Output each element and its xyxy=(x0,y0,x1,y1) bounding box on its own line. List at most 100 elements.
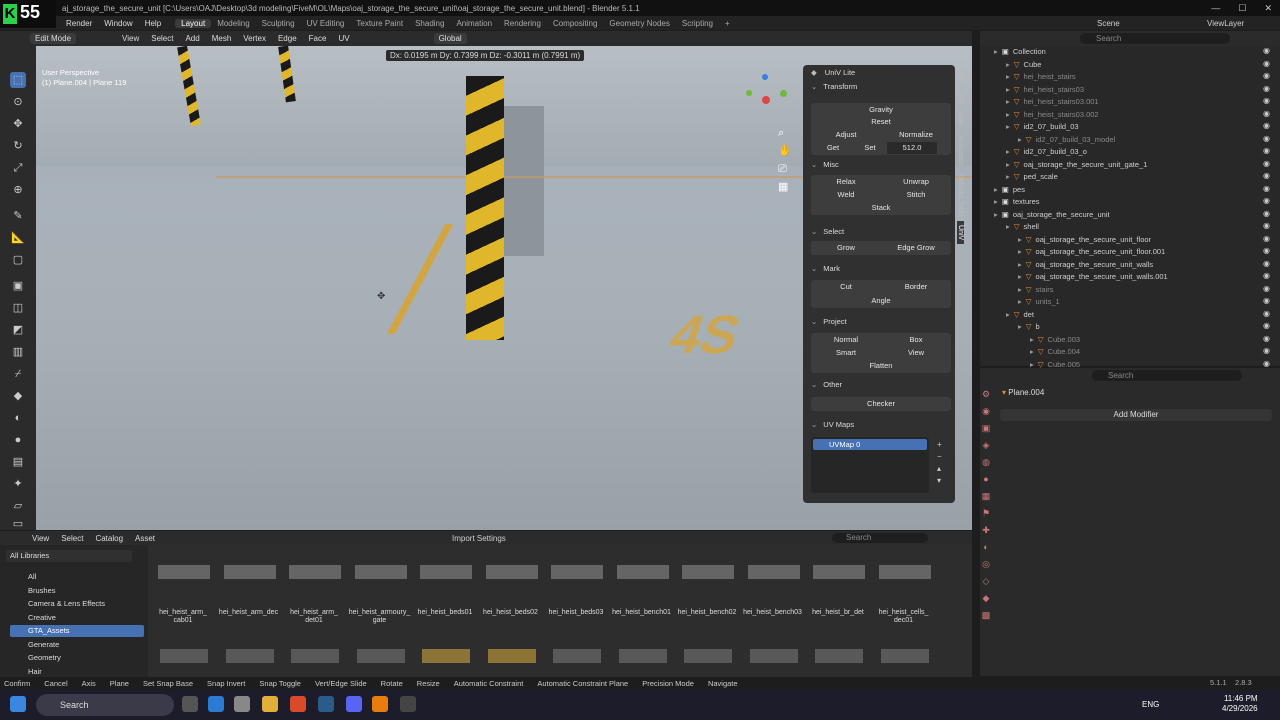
visibility-icon[interactable]: ◉ xyxy=(1263,359,1270,368)
outliner-item[interactable]: ▸ ▽ shell xyxy=(1006,221,1039,233)
visibility-icon[interactable]: ◉ xyxy=(1263,96,1270,105)
asset-item[interactable]: hei_heist_arm_ det01 xyxy=(283,609,345,625)
asset-thumbnail[interactable] xyxy=(354,565,407,579)
outliner-item[interactable]: ▸ ▽ det xyxy=(1006,309,1034,321)
asset-thumbnail[interactable] xyxy=(747,565,800,579)
asset-thumbnail[interactable] xyxy=(160,649,208,663)
grow-button[interactable]: Grow xyxy=(811,242,881,254)
ab-menu-select[interactable]: Select xyxy=(55,534,89,543)
visibility-icon[interactable]: ◉ xyxy=(1263,159,1270,168)
outliner-item[interactable]: ▸ ▽ id2_07_build_03_model xyxy=(1018,134,1115,146)
menu-uv[interactable]: UV xyxy=(332,34,355,43)
asset-item[interactable]: hei_heist_beds01 xyxy=(414,609,476,617)
section-other[interactable]: Other xyxy=(803,377,955,391)
outliner-item[interactable]: ▸ ▣ Collection xyxy=(994,46,1046,58)
expand-icon[interactable]: ▸ xyxy=(1006,60,1010,69)
normal-button[interactable]: Normal xyxy=(811,334,881,346)
expand-icon[interactable]: ▸ xyxy=(1006,147,1010,156)
menu-edge[interactable]: Edge xyxy=(272,34,303,43)
asset-thumbnail[interactable] xyxy=(880,649,929,663)
mode-selector[interactable]: Edit Mode xyxy=(30,33,77,44)
asset-item[interactable]: hei_heist_br_det xyxy=(807,609,869,617)
visibility-icon[interactable]: ◉ xyxy=(1263,134,1270,143)
section-project[interactable]: Project xyxy=(803,314,955,328)
outliner-item[interactable]: ▸ ▽ id2_07_build_03 xyxy=(1006,121,1079,133)
uv-map-item[interactable]: UVMap 0 xyxy=(813,439,927,450)
outliner-item[interactable]: ▸ ▽ b xyxy=(1018,321,1040,333)
expand-icon[interactable]: ▸ xyxy=(1018,247,1022,256)
asset-thumbnail[interactable] xyxy=(422,649,470,663)
poly-build-icon[interactable]: ◆ xyxy=(10,388,26,404)
tab-shading[interactable]: Shading xyxy=(409,19,450,28)
asset-item[interactable]: hei_heist_beds03 xyxy=(545,609,607,617)
tab-univ[interactable]: UniV xyxy=(957,220,964,244)
asset-thumbnail[interactable] xyxy=(485,565,538,579)
tab-item[interactable]: Item xyxy=(957,65,964,87)
outliner-item[interactable]: ▸ ▽ oaj_storage_the_secure_unit_walls xyxy=(1018,259,1153,271)
uv-list-controls[interactable]: + − ▴ ▾ xyxy=(937,439,942,487)
tab-animation[interactable]: Animation xyxy=(957,131,964,170)
maximize-button[interactable]: ☐ xyxy=(1238,3,1246,14)
annotate-icon[interactable]: ✎ xyxy=(10,208,26,224)
brave-icon[interactable] xyxy=(290,696,306,712)
tab-texture-paint[interactable]: Texture Paint xyxy=(350,19,409,28)
asset-thumbnail[interactable] xyxy=(289,565,341,579)
clock[interactable]: 11:46 PM 4/29/2026 xyxy=(1222,694,1258,714)
set-button[interactable]: Set xyxy=(855,142,885,154)
relax-button[interactable]: Relax xyxy=(811,176,881,188)
outliner-item[interactable]: ▸ ▽ id2_07_build_03_o xyxy=(1006,146,1087,158)
viewlayer-selector[interactable]: ViewLayer xyxy=(1207,19,1244,28)
add-cube-icon[interactable]: ▢ xyxy=(10,252,26,268)
bevel-icon[interactable]: ◩ xyxy=(10,322,26,338)
ab-menu-view[interactable]: View xyxy=(26,534,55,543)
expand-icon[interactable]: ▸ xyxy=(1006,222,1010,231)
expand-icon[interactable]: ▸ xyxy=(1030,335,1034,344)
visibility-icon[interactable]: ◉ xyxy=(1263,296,1270,305)
expand-icon[interactable]: ▸ xyxy=(1006,310,1010,319)
visibility-icon[interactable]: ◉ xyxy=(1263,109,1270,118)
expand-icon[interactable]: ▸ xyxy=(1018,135,1022,144)
menu-add[interactable]: Add xyxy=(179,34,205,43)
task-view-icon[interactable] xyxy=(182,696,198,712)
visibility-icon[interactable]: ◉ xyxy=(1263,284,1270,293)
asset-thumbnail[interactable] xyxy=(551,565,603,579)
asset-item[interactable]: hei_heist_arm_ cab01 xyxy=(152,609,214,625)
visibility-icon[interactable]: ◉ xyxy=(1263,196,1270,205)
expand-icon[interactable]: ▸ xyxy=(1006,85,1010,94)
measure-icon[interactable]: 📐 xyxy=(10,230,26,246)
expand-icon[interactable]: ▸ xyxy=(1030,347,1034,356)
tab-sollumz[interactable]: Sollumz Tools xyxy=(957,170,964,221)
edge-icon[interactable] xyxy=(208,696,224,712)
section-transform[interactable]: Transform xyxy=(803,79,955,93)
close-button[interactable]: ✕ xyxy=(1264,3,1272,14)
outliner-item[interactable]: ▸ ▽ Cube.003 xyxy=(1030,334,1080,346)
visibility-icon[interactable]: ◉ xyxy=(1263,184,1270,193)
menu-select[interactable]: Select xyxy=(145,34,179,43)
language-indicator[interactable]: ENG xyxy=(1142,700,1159,709)
visibility-icon[interactable]: ◉ xyxy=(1263,209,1270,218)
store-icon[interactable] xyxy=(234,696,250,712)
expand-icon[interactable]: ▸ xyxy=(1018,260,1022,269)
navigation-gizmo[interactable] xyxy=(744,74,788,114)
asset-item[interactable]: hei_heist_armoury_ gate xyxy=(349,609,411,625)
cut-button[interactable]: Cut xyxy=(811,281,881,293)
knife-icon[interactable]: ⌿ xyxy=(10,366,26,382)
visibility-icon[interactable]: ◉ xyxy=(1263,59,1270,68)
outliner-item[interactable]: ▸ ▽ hei_heist_stairs03.002 xyxy=(1006,109,1099,121)
tab-modeling[interactable]: Modeling xyxy=(211,19,255,28)
obs-icon[interactable] xyxy=(400,696,416,712)
visibility-icon[interactable]: ◉ xyxy=(1263,71,1270,80)
tab-view[interactable]: View xyxy=(957,107,964,130)
taskbar-search[interactable]: Search xyxy=(36,694,174,716)
ab-menu-catalog[interactable]: Catalog xyxy=(89,534,129,543)
smart-button[interactable]: Smart xyxy=(811,347,881,359)
tab-scripting[interactable]: Scripting xyxy=(676,19,719,28)
ab-menu-asset[interactable]: Asset xyxy=(129,534,161,543)
property-tab-icons[interactable]: ⚙ ◉ ▣ ◈ ◍ ● ▦ ⚑ ✚ ◐ ◎ ◇ ◆ ▩ xyxy=(980,386,992,624)
visibility-icon[interactable]: ◉ xyxy=(1263,346,1270,355)
rip-icon[interactable]: ▭ xyxy=(10,516,26,532)
visibility-icon[interactable]: ◉ xyxy=(1263,221,1270,230)
minimize-button[interactable]: — xyxy=(1211,3,1220,13)
visibility-icon[interactable]: ◉ xyxy=(1263,309,1270,318)
outliner-item[interactable]: ▸ ▽ oaj_storage_the_secure_unit_floor xyxy=(1018,234,1151,246)
